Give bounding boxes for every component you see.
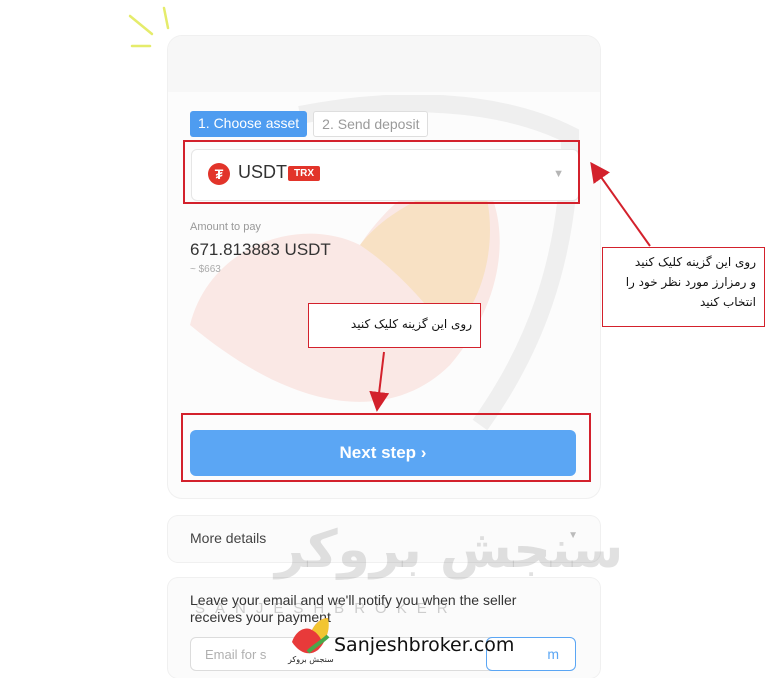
chevron-down-icon: ▼: [553, 168, 564, 180]
sanjeshbroker-logo-icon: [292, 618, 330, 654]
annotation-line: انتخاب کنید: [699, 295, 756, 309]
next-step-button[interactable]: Next step ›: [190, 430, 576, 476]
amount-label: Amount to pay: [190, 221, 261, 233]
annotation-note-right: روی این گزینه کلیک کنید و رمزارز مورد نظ…: [602, 247, 765, 327]
card-header: [168, 36, 600, 92]
arrow-to-asset-select: [590, 161, 651, 247]
more-details-label: More details: [190, 530, 267, 546]
amount-value: 671.813883 USDT: [190, 240, 331, 259]
tether-icon: ₮: [208, 163, 230, 185]
network-badge: TRX: [288, 166, 320, 181]
amount-usd: ~ $663: [190, 264, 221, 275]
annotation-line: روی این گزینه کلیک کنید: [350, 317, 472, 331]
brand-url: Sanjeshbroker.com: [334, 634, 515, 656]
step-tabs: 1. Choose asset 2. Send deposit: [190, 111, 429, 137]
brand-persian-name: سنجش بروکر: [288, 655, 334, 664]
payment-card: [168, 36, 600, 498]
annotation-line: و رمزارز مورد نظر خود را: [625, 275, 756, 289]
asset-select-dropdown[interactable]: ₮ USDT TRX ▼: [191, 149, 579, 201]
tab-send-deposit[interactable]: 2. Send deposit: [313, 111, 429, 137]
tab-choose-asset[interactable]: 1. Choose asset: [190, 111, 308, 137]
email-notify-card: Leave your email and we'll notify you wh…: [168, 578, 600, 678]
asset-name: USDT: [238, 162, 287, 182]
annotation-note-middle: روی این گزینه کلیک کنید: [308, 303, 481, 348]
annotation-line: روی این گزینه کلیک کنید: [634, 255, 756, 269]
watermark-persian-text: سنجش بروکر: [275, 520, 624, 580]
